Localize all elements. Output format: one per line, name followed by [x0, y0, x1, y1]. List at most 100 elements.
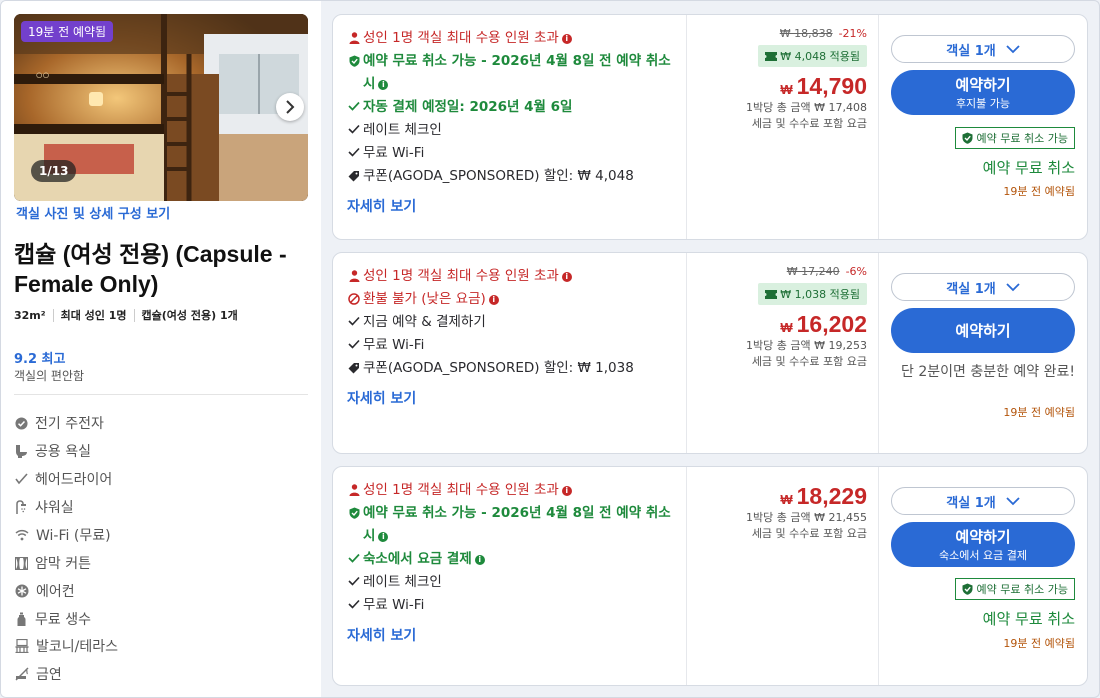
quick-booking-text: 단 2분이면 충분한 예약 완료! — [901, 364, 1075, 380]
free-cancel-text: 예약 무료 취소 — [982, 159, 1075, 177]
chevron-right-icon — [286, 100, 295, 114]
room-count-value: 객실 1개 — [946, 495, 996, 511]
discount-percent: -6% — [845, 265, 867, 278]
room-size: 32m² — [14, 308, 46, 322]
info-icon[interactable]: i — [561, 486, 572, 496]
coupon-discount: 쿠폰(AGODA_SPONSORED) 할인: ₩ 4,048 — [347, 165, 677, 188]
booked-recently-text: 19분 전 예약됨 — [1003, 185, 1075, 198]
check-circle-icon — [15, 416, 28, 430]
bottle-icon — [17, 612, 26, 626]
book-button[interactable]: 예약하기 후지불 가능 — [891, 70, 1075, 115]
payment-text: 숙소에서 요금 결제 — [363, 551, 472, 567]
rate-offer-2: 성인 1명 객실 최대 수용 인원 초과 i 환불 불가 (낮은 요금) i 지금 … — [332, 252, 1088, 454]
room-count-value: 객실 1개 — [946, 43, 996, 59]
price-block: ₩ 17,240 -6% ₩ 1,038 적용됨 ₩16,202 1박당 총 금액… — [687, 265, 867, 370]
amenity-shared-bathroom: 공용 욕실 — [15, 441, 91, 461]
balcony-icon — [15, 639, 29, 653]
room-count-value: 객실 1개 — [946, 281, 996, 297]
original-price-row: ₩ 18,838 -21% — [687, 27, 867, 40]
divider — [133, 308, 135, 322]
booked-recently-text: 19분 전 예약됨 — [1003, 637, 1075, 650]
book-sublabel: 숙소에서 요금 결제 — [939, 549, 1027, 562]
capacity-text: 성인 1명 객실 최대 수용 인원 초과 — [363, 30, 559, 46]
amenity-air-conditioning: 에어컨 — [15, 581, 75, 601]
info-icon[interactable]: i — [561, 34, 572, 44]
room-rating: 9.2 최고 — [14, 352, 66, 367]
amenity-non-smoking: 금연 — [15, 664, 62, 684]
room-summary: ဝဝ 19분 전 예약됨 1/13 객실 사진 및 상세 구성 보기 캡슐 (여… — [1, 1, 321, 697]
info-icon[interactable]: i — [378, 532, 389, 542]
total-per-night: 1박당 총 금액 ₩ 17,408 — [746, 101, 867, 114]
amenity-shower: 샤워실 — [15, 497, 74, 517]
coupon-badge-text: ₩ 4,048 적용됨 — [780, 50, 860, 63]
divider — [878, 253, 879, 453]
check-icon — [348, 316, 360, 326]
next-photo-button[interactable] — [276, 93, 304, 121]
book-sublabel: 후지불 가능 — [955, 97, 1011, 110]
offer-conditions: 성인 1명 객실 최대 수용 인원 초과 i 환불 불가 (낮은 요금) i 지금 … — [347, 265, 677, 408]
divider — [52, 308, 54, 322]
amenity-label: 무료 생수 — [35, 612, 91, 628]
book-button[interactable]: 예약하기 숙소에서 요금 결제 — [891, 522, 1075, 567]
info-icon[interactable]: i — [378, 80, 389, 90]
divider — [14, 394, 308, 395]
final-price: ₩18,229 — [687, 483, 867, 510]
capacity-warning: 성인 1명 객실 최대 수용 인원 초과 i — [347, 479, 677, 502]
price-block: ₩ 18,838 -21% ₩ 4,048 적용됨 ₩14,790 1박당 총 금… — [687, 27, 867, 132]
discount-percent: -21% — [838, 27, 867, 40]
coupon-discount: 쿠폰(AGODA_SPONSORED) 할인: ₩ 1,038 — [347, 357, 677, 380]
room-photo[interactable]: ဝဝ 19분 전 예약됨 1/13 — [14, 14, 308, 201]
chevron-down-icon — [1006, 44, 1020, 53]
book-button[interactable]: 예약하기 — [891, 308, 1075, 353]
final-price: ₩16,202 — [687, 311, 867, 338]
rate-offer-3: 성인 1명 객실 최대 수용 인원 초과 i 예약 무료 취소 가능 - 2026… — [332, 466, 1088, 686]
divider — [878, 15, 879, 239]
feature-item: 레이트 체크인 — [347, 119, 677, 142]
free-cancel-badge-text: 예약 무료 취소 가능 — [976, 132, 1068, 145]
feature-item: 레이트 체크인 — [347, 571, 677, 594]
amenity-label: 발코니/테라스 — [36, 639, 118, 655]
no-refund-icon — [348, 293, 360, 305]
details-link[interactable]: 자세히 보기 — [347, 625, 677, 645]
price-amount: 18,229 — [796, 483, 867, 509]
room-count-select[interactable]: 객실 1개 — [891, 35, 1075, 63]
offer-conditions: 성인 1명 객실 최대 수용 인원 초과 i 예약 무료 취소 가능 - 2026… — [347, 27, 677, 216]
info-icon[interactable]: i — [474, 555, 485, 565]
amenity-label: 에어컨 — [36, 584, 75, 600]
details-link[interactable]: 자세히 보기 — [347, 388, 677, 408]
amenity-balcony: 발코니/테라스 — [15, 636, 118, 656]
no-smoking-icon — [15, 667, 29, 681]
shield-check-icon — [349, 507, 359, 519]
check-icon — [348, 147, 360, 157]
shield-check-icon — [962, 583, 973, 595]
details-link[interactable]: 자세히 보기 — [347, 196, 677, 216]
check-icon — [348, 339, 360, 349]
feature-item: 무료 Wi-Fi — [347, 142, 677, 165]
room-occupancy: 최대 성인 1명 — [60, 309, 127, 322]
amenity-wifi: Wi-Fi (무료) — [15, 525, 111, 545]
check-icon — [348, 124, 360, 134]
coupon-badge-text: ₩ 1,038 적용됨 — [780, 288, 860, 301]
free-cancel-badge-text: 예약 무료 취소 가능 — [976, 583, 1068, 596]
room-count-select[interactable]: 객실 1개 — [891, 487, 1075, 515]
check-icon — [348, 599, 360, 609]
free-cancel-badge: 예약 무료 취소 가능 — [954, 578, 1075, 600]
currency-symbol: ₩ — [780, 82, 793, 97]
ticket-icon — [765, 290, 778, 299]
capacity-warning: 성인 1명 객실 최대 수용 인원 초과 i — [347, 265, 677, 288]
check-icon — [348, 553, 360, 563]
info-icon[interactable]: i — [488, 295, 499, 305]
snowflake-icon — [15, 584, 29, 598]
original-price: ₩ 17,240 — [786, 265, 840, 278]
cancellation-policy: 예약 무료 취소 가능 - 2026년 4월 8일 전 예약 취소 시i — [347, 502, 677, 548]
room-bed: 캡슐(여성 전용) 1개 — [141, 309, 238, 322]
person-icon — [349, 32, 359, 44]
payment-info: 자동 결제 예정일: 2026년 4월 6일 — [347, 96, 677, 119]
amenity-free-water: 무료 생수 — [15, 609, 91, 629]
cancellation-policy: 환불 불가 (낮은 요금) i — [347, 288, 677, 311]
feature-text: 레이트 체크인 — [363, 574, 442, 590]
offer-conditions: 성인 1명 객실 최대 수용 인원 초과 i 예약 무료 취소 가능 - 2026… — [347, 479, 677, 645]
room-count-select[interactable]: 객실 1개 — [891, 273, 1075, 301]
room-photos-link[interactable]: 객실 사진 및 상세 구성 보기 — [16, 203, 170, 222]
info-icon[interactable]: i — [561, 272, 572, 282]
